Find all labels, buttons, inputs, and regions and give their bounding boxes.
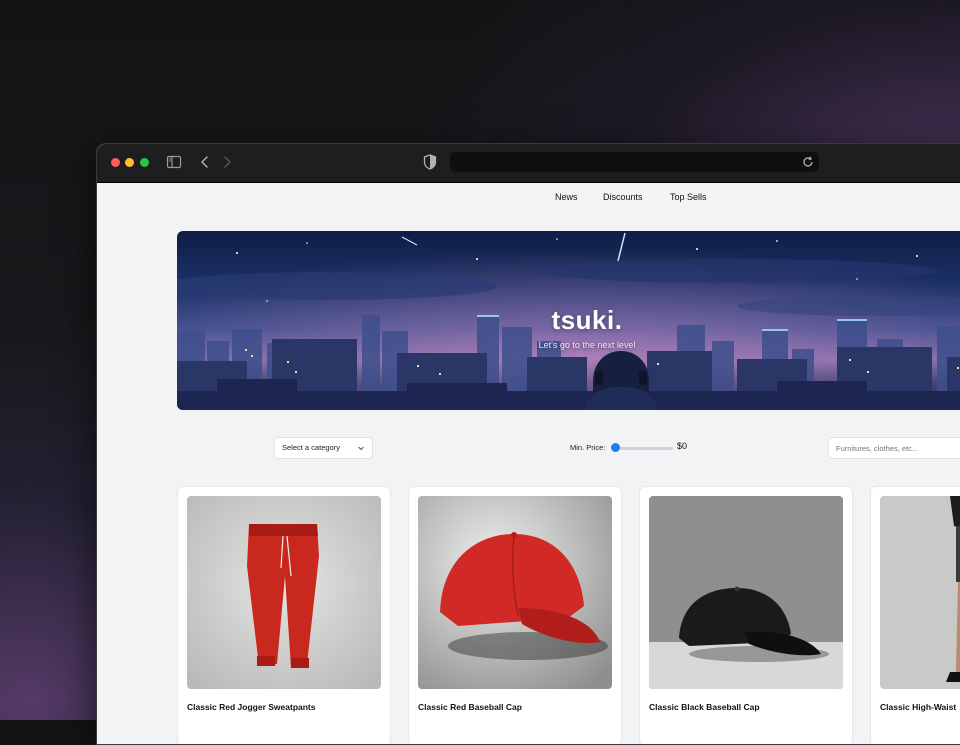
min-price-value: $0 bbox=[677, 441, 688, 451]
back-arrow-icon[interactable] bbox=[197, 154, 213, 170]
product-image-red-baseball-cap[interactable] bbox=[418, 496, 612, 689]
product-image-black-baseball-cap[interactable] bbox=[649, 496, 843, 689]
min-price-label: Min. Price: bbox=[570, 443, 606, 452]
product-card[interactable]: Classic Red Baseball Cap bbox=[408, 486, 622, 744]
hero-title: tsuki. bbox=[551, 305, 623, 335]
product-name[interactable]: Classic Black Baseball Cap bbox=[649, 702, 760, 712]
page-content: News Discounts Top Sells tsuki. Let's go… bbox=[97, 183, 960, 744]
min-price-slider-thumb[interactable] bbox=[611, 443, 620, 452]
browser-window: News Discounts Top Sells tsuki. Let's go… bbox=[96, 143, 960, 745]
maximize-window-button[interactable] bbox=[140, 158, 149, 167]
category-select[interactable]: Select a category bbox=[274, 437, 373, 459]
top-navigation: News Discounts Top Sells bbox=[97, 192, 960, 210]
product-card[interactable]: Classic Red Jogger Sweatpants bbox=[177, 486, 391, 744]
sidebar-toggle-icon[interactable] bbox=[166, 154, 182, 170]
product-name[interactable]: Classic Red Jogger Sweatpants bbox=[187, 702, 316, 712]
privacy-shield-icon[interactable] bbox=[423, 154, 437, 170]
product-image-red-sweatpants[interactable] bbox=[187, 496, 381, 689]
category-select-value: Select a category bbox=[282, 443, 340, 452]
filters-bar: Select a category Min. Price: $0 bbox=[97, 437, 960, 461]
close-window-button[interactable] bbox=[111, 158, 120, 167]
chevron-down-icon bbox=[358, 446, 364, 451]
hero-banner: tsuki. Let's go to the next level bbox=[177, 231, 960, 410]
nav-link-news[interactable]: News bbox=[555, 192, 578, 202]
hero-subtitle: Let's go to the next level bbox=[538, 340, 636, 350]
product-image-model-shorts[interactable] bbox=[880, 496, 960, 689]
product-name[interactable]: Classic High-Waist bbox=[880, 702, 956, 712]
search-input[interactable] bbox=[828, 437, 960, 459]
product-card[interactable]: Classic High-Waist bbox=[870, 486, 960, 744]
reload-icon[interactable] bbox=[801, 155, 815, 169]
browser-titlebar bbox=[97, 144, 960, 183]
min-price-slider-track[interactable] bbox=[615, 447, 673, 450]
product-name[interactable]: Classic Red Baseball Cap bbox=[418, 702, 522, 712]
forward-arrow-icon[interactable] bbox=[219, 154, 235, 170]
nav-link-top-sells[interactable]: Top Sells bbox=[670, 192, 707, 202]
product-card[interactable]: Classic Black Baseball Cap bbox=[639, 486, 853, 744]
nav-link-discounts[interactable]: Discounts bbox=[603, 192, 643, 202]
address-bar[interactable] bbox=[450, 152, 819, 172]
minimize-window-button[interactable] bbox=[125, 158, 134, 167]
